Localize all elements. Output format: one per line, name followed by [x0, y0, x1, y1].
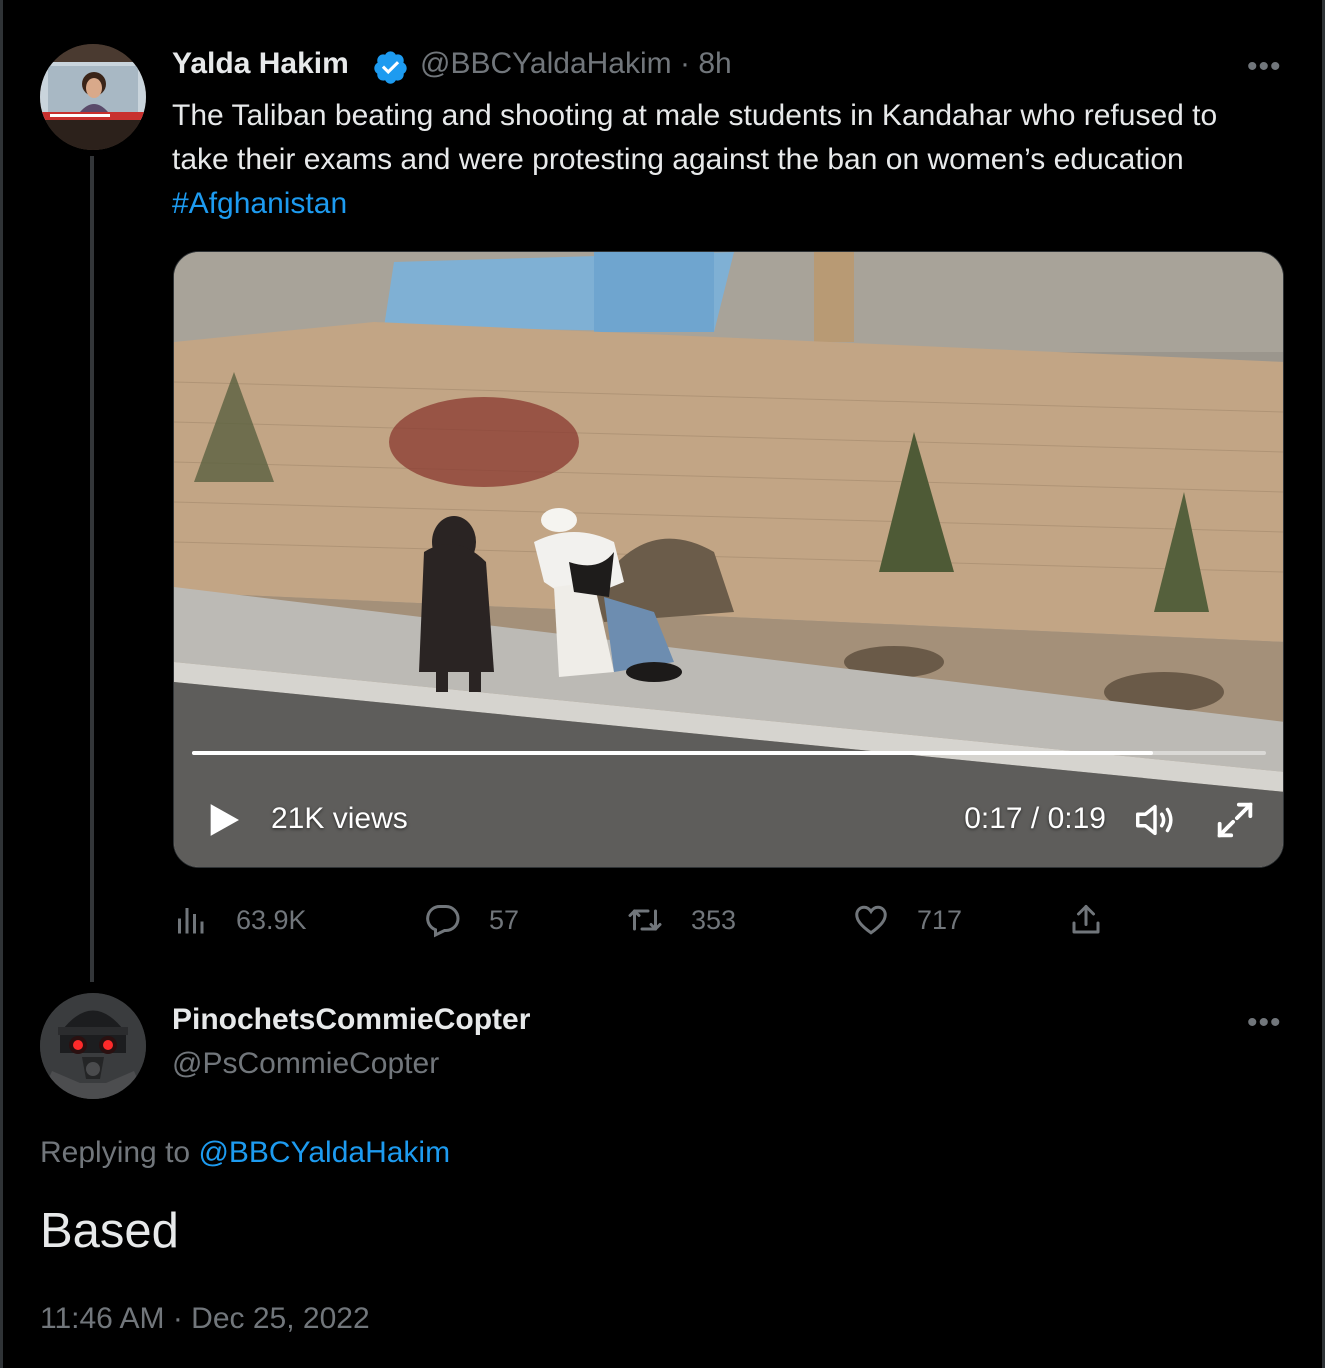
views-action[interactable]: 63.9K [172, 895, 307, 945]
replying-prefix: Replying to [40, 1136, 199, 1169]
retweet-action[interactable]: 353 [627, 895, 736, 945]
reply-more-icon[interactable]: ••• [1247, 1008, 1282, 1038]
share-icon [1072, 905, 1100, 934]
more-icon[interactable]: ••• [1247, 52, 1282, 82]
thread-line [90, 156, 94, 982]
reply-action[interactable]: 57 [425, 895, 519, 945]
reply-count: 57 [489, 904, 520, 935]
video-progress-fill [192, 751, 1154, 755]
volume-icon[interactable] [1132, 797, 1178, 843]
video-progress-bar[interactable] [192, 751, 1266, 755]
video-views: 21K views [271, 802, 408, 835]
like-action[interactable]: 717 [853, 895, 962, 945]
author-handle-and-time: @BBCYaldaHakim · 8h [420, 47, 732, 81]
replying-to-line: Replying to @BBCYaldaHakim [40, 1136, 450, 1170]
reply-timestamp[interactable]: 11:46 AM · Dec 25, 2022 [40, 1302, 370, 1336]
author-handle[interactable]: @BBCYaldaHakim [420, 47, 672, 80]
views-count: 63.9K [236, 904, 307, 935]
like-count: 717 [917, 904, 963, 935]
retweet-count: 353 [691, 904, 737, 935]
separator-dot: · [680, 47, 699, 80]
reply-icon [426, 904, 460, 938]
reply-author-avatar[interactable] [40, 993, 146, 1099]
reply-author-handle[interactable]: @PsCommieCopter [172, 1047, 439, 1081]
author-avatar[interactable] [40, 44, 146, 150]
verified-badge-icon [374, 51, 407, 84]
share-action[interactable] [1068, 895, 1104, 945]
tweet-time[interactable]: 8h [698, 47, 731, 80]
play-icon[interactable] [204, 800, 244, 840]
views-chart-icon [178, 908, 204, 934]
author-name[interactable]: Yalda Hakim [172, 47, 349, 81]
replying-to-handle-link[interactable]: @BBCYaldaHakim [198, 1136, 450, 1169]
video-player[interactable]: 21K views 0:17 / 0:19 [173, 251, 1284, 868]
video-frame [174, 252, 1283, 867]
video-time: 0:17 / 0:19 [964, 802, 1106, 835]
fullscreen-icon[interactable] [1212, 797, 1258, 843]
reply-text: Based [40, 1204, 179, 1258]
tweet-text: The Taliban beating and shooting at male… [172, 94, 1272, 226]
like-icon [855, 905, 887, 935]
retweet-icon [628, 909, 662, 931]
hashtag-link[interactable]: #Afghanistan [172, 187, 347, 220]
tweet-body: The Taliban beating and shooting at male… [172, 99, 1218, 176]
reply-author-name[interactable]: PinochetsCommieCopter [172, 1003, 530, 1037]
